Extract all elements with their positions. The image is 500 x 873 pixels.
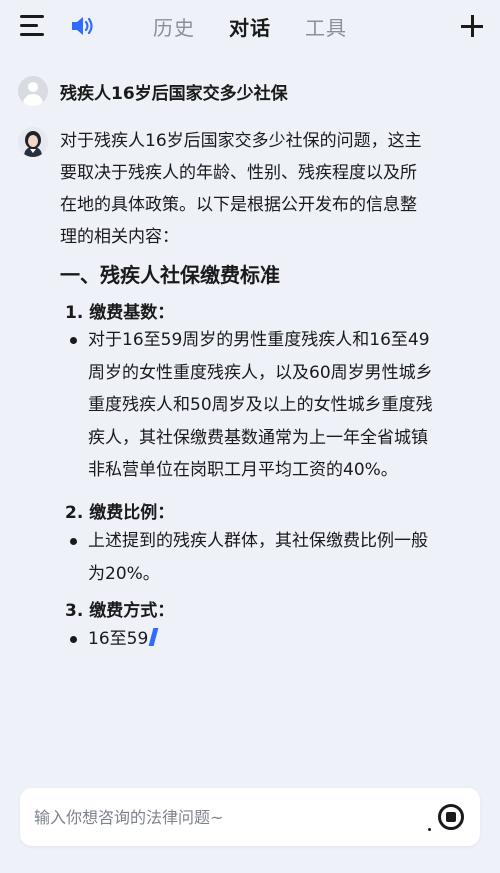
bullet-text: 对于16至59周岁的男性重度残疾人和16至49 周岁的女性重度残疾人，以及60周… [88, 324, 480, 487]
user-message: 残疾人16岁后国家交多少社保 [18, 76, 288, 106]
bullet-line: 16至59 [88, 629, 149, 649]
speaker-icon[interactable] [70, 14, 96, 38]
user-question-text: 残疾人16岁后国家交多少社保 [60, 83, 288, 104]
dot-icon [428, 828, 431, 831]
bullet-line: 上述提到的残疾人群体，其社保缴费比例一般 [88, 531, 428, 551]
answer-line: 对于残疾人16岁后国家交多少社保的问题，这主 [60, 131, 422, 151]
bullet-line: 疾人，其社保缴费基数通常为上一年全省城镇 [88, 427, 428, 448]
tab-chat[interactable]: 对话 [229, 12, 271, 41]
item-label: 1. 缴费基数： [65, 303, 175, 323]
section-title: 一、残疾人社保缴费标准 [60, 263, 280, 287]
answer-intro: 对于残疾人16岁后国家交多少社保的问题，这主 要取决于残疾人的年龄、性别、残疾程… [60, 125, 480, 253]
answer-line: 理的相关内容： [60, 227, 179, 247]
tab-history[interactable]: 历史 [153, 12, 195, 41]
bullet-line: 非私营单位在岗职工月平均工资的40%。 [88, 460, 398, 480]
bullet-line: 重度残疾人和50周岁及以上的女性城乡重度残 [88, 395, 433, 415]
bullet-dot [70, 538, 80, 548]
menu-icon[interactable] [20, 15, 44, 37]
answer-line: 在地的具体政策。以下是根据公开发布的信息整 [60, 195, 417, 215]
bullet-line: 对于16至59周岁的男性重度残疾人和16至49 [88, 330, 430, 350]
user-avatar [18, 76, 48, 106]
chat-input-box [20, 788, 480, 846]
assistant-avatar [18, 127, 48, 157]
item-label: 2. 缴费比例： [65, 503, 175, 523]
bullet-line: 为20%。 [88, 563, 160, 584]
bullet-dot [70, 337, 80, 347]
bullet-dot [70, 636, 80, 646]
chat-input[interactable] [34, 788, 414, 846]
bullet-text: 上述提到的残疾人群体，其社保缴费比例一般 为20%。 [88, 525, 480, 590]
answer-line: 要取决于残疾人的年龄、性别、残疾程度以及所 [60, 163, 417, 183]
tab-tools[interactable]: 工具 [305, 12, 347, 41]
top-bar: 历史 对话 工具 [0, 0, 500, 52]
plus-icon[interactable] [461, 15, 483, 37]
stop-icon[interactable] [438, 804, 464, 830]
bullet-line: 周岁的女性重度残疾人，以及60周岁男性城乡 [88, 362, 433, 383]
bullet-text: 16至59 [88, 623, 480, 656]
item-label: 3. 缴费方式： [65, 601, 175, 621]
typing-cursor [148, 628, 159, 646]
